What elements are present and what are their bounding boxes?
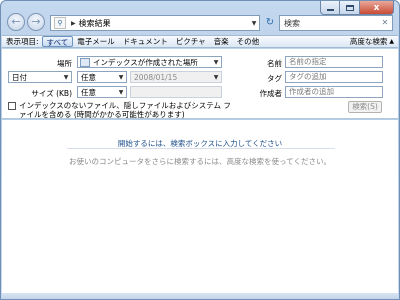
tag-field[interactable]: タグの追加 — [285, 71, 383, 83]
chevron-down-icon: ▼ — [213, 73, 219, 81]
name-field[interactable]: 名前の指定 — [285, 56, 383, 68]
search-box[interactable]: 検索 ✕ — [279, 15, 393, 31]
size-label: サイズ (KB) — [31, 89, 72, 98]
size-operator-dropdown[interactable]: 任意 ▼ — [77, 86, 127, 98]
include-nonindexed-option[interactable]: インデックスのないファイル、隠しファイルおよびシステム ファイルを含める (時間… — [8, 101, 238, 119]
include-nonindexed-checkbox[interactable] — [8, 102, 16, 110]
status-bar — [2, 293, 398, 299]
address-bar[interactable]: ⚲ ▶ 検索結果 ▼ — [50, 15, 260, 31]
date-value-picker: 2008/01/15 ▼ — [130, 71, 222, 83]
date-field-dropdown[interactable]: 日付 ▼ — [8, 71, 72, 83]
filter-other[interactable]: その他 — [233, 36, 264, 47]
author-field[interactable]: 作成者の追加 — [285, 86, 383, 98]
filter-email[interactable]: 電子メール — [73, 36, 119, 47]
address-dropdown-icon[interactable]: ▼ — [249, 20, 259, 27]
advanced-search-hint: お使いのコンピュータをさらに検索するには、高度な検索を使ってください。 — [69, 157, 331, 166]
navigation-bar: ← → ⚲ ▶ 検索結果 ▼ ↻ 検索 ✕ — [5, 11, 397, 33]
forward-button[interactable]: → — [27, 13, 45, 31]
advanced-search-panel: 場所 インデックスが作成された場所 ▼ 日付 ▼ 任意 ▼ 2008/01/15… — [2, 49, 398, 119]
advanced-search-toggle[interactable]: 高度な検索 ▲ — [350, 36, 394, 47]
breadcrumb-chevron-icon[interactable]: ▶ — [71, 20, 76, 27]
filter-label: 表示項目: — [6, 37, 39, 46]
filter-all[interactable]: すべて — [41, 36, 74, 47]
search-filter-bar: 表示項目: すべて 電子メール ドキュメント ピクチャ 音楽 その他 高度な検索… — [2, 35, 398, 48]
chevron-up-icon: ▲ — [389, 38, 394, 45]
chevron-down-icon: ▼ — [213, 58, 219, 66]
forward-arrow-icon: → — [31, 15, 41, 28]
search-button[interactable]: 検索(S) — [348, 101, 382, 113]
search-window: x ← → ⚲ ▶ 検索結果 ▼ ↻ 検索 ✕ 表示項目: すべて 電子メール … — [0, 0, 400, 300]
indexed-locations-icon — [80, 57, 90, 67]
address-path[interactable]: 検索結果 — [79, 18, 249, 29]
include-nonindexed-label: インデックスのないファイル、隠しファイルおよびシステム ファイルを含める (時間… — [19, 101, 231, 119]
location-label: 場所 — [57, 59, 72, 68]
tag-label: タグ — [267, 74, 282, 83]
results-pane: 開始するには、検索ボックスに入力してください お使いのコンピュータをさらに検索す… — [2, 120, 398, 296]
chevron-down-icon: ▼ — [63, 73, 69, 81]
clear-search-icon[interactable]: ✕ — [378, 16, 392, 30]
chevron-down-icon: ▼ — [118, 73, 124, 81]
search-input[interactable]: 検索 — [280, 18, 378, 29]
size-value-input — [130, 86, 222, 98]
back-arrow-icon: ← — [11, 15, 21, 28]
chevron-down-icon: ▼ — [118, 88, 124, 96]
location-dropdown[interactable]: インデックスが作成された場所 ▼ — [77, 56, 222, 68]
refresh-icon: ↻ — [265, 17, 275, 28]
author-label: 作成者 — [259, 89, 283, 98]
filter-documents[interactable]: ドキュメント — [119, 36, 172, 47]
refresh-button[interactable]: ↻ — [264, 16, 276, 30]
filter-music[interactable]: 音楽 — [210, 36, 233, 47]
name-label: 名前 — [267, 59, 282, 68]
maximize-icon — [345, 4, 354, 11]
search-folder-icon: ⚲ — [54, 17, 66, 29]
divider — [67, 148, 335, 149]
date-operator-dropdown[interactable]: 任意 ▼ — [77, 71, 127, 83]
advanced-search-label: 高度な検索 — [349, 37, 388, 46]
filter-pictures[interactable]: ピクチャ — [172, 36, 210, 47]
back-button[interactable]: ← — [7, 13, 25, 31]
